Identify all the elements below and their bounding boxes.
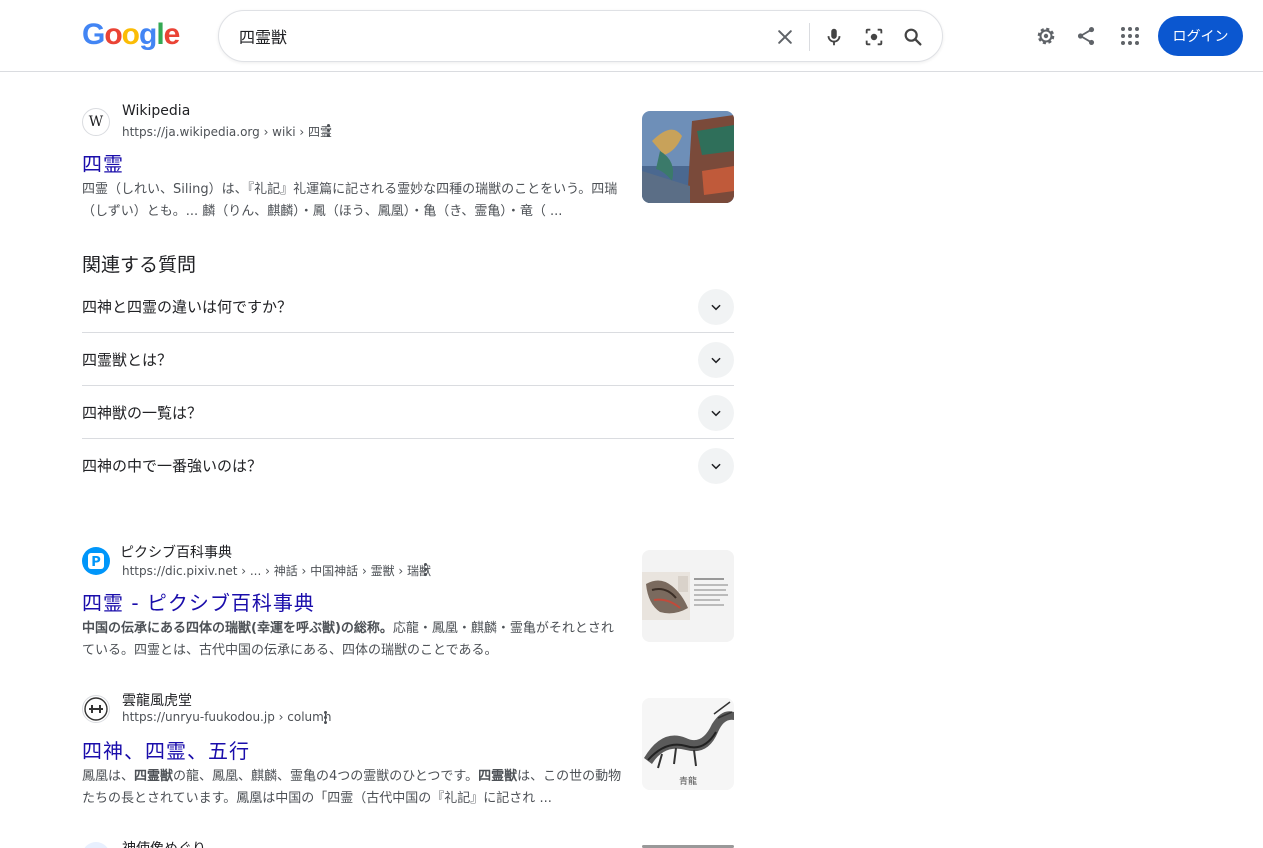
wikipedia-favicon: W	[82, 108, 110, 136]
chevron-down-icon[interactable]	[698, 395, 734, 431]
search-result: 雲龍風虎堂 https://unryu-fuukodou.jp › column…	[82, 693, 734, 810]
login-button[interactable]: ログイン	[1158, 16, 1243, 56]
search-input[interactable]	[239, 23, 759, 49]
result-snippet-bold: 四霊獣	[134, 769, 174, 784]
apps-grid-icon[interactable]	[1116, 22, 1144, 50]
camera-lens-icon[interactable]	[860, 23, 888, 51]
chevron-down-icon[interactable]	[698, 448, 734, 484]
search-divider	[809, 23, 810, 51]
google-logo[interactable]: Google	[82, 18, 180, 52]
related-question-text: 四神獣の一覧は？	[82, 404, 203, 422]
thumbnail-caption: 青龍	[678, 777, 697, 787]
search-result: W Wikipedia https://ja.wikipedia.org › w…	[82, 103, 734, 223]
related-question-text: 四神と四霊の違いは何ですか？	[82, 298, 293, 316]
result-site-name: Wikipedia	[122, 103, 191, 119]
result-site-row[interactable]: 雲龍風虎堂 https://unryu-fuukodou.jp › column	[82, 693, 734, 735]
result-url: https://unryu-fuukodou.jp › column	[122, 710, 332, 724]
clear-icon[interactable]	[771, 23, 799, 51]
related-question-text: 四神の中で一番強いのは？	[82, 457, 263, 475]
result-site-name: ピクシブ百科事典	[120, 545, 232, 561]
result-snippet: 鳳凰は、四霊獣の龍、鳳凰、麒麟、霊亀の4つの霊獣のひとつです。四霊獣は、この世の…	[82, 766, 622, 810]
related-question-item[interactable]: 四霊獣とは？	[82, 333, 734, 386]
related-questions: 関連する質問 四神と四霊の違いは何ですか？ 四霊獣とは？ 四神獣の一覧は？ 四神…	[82, 250, 734, 492]
related-question-item[interactable]: 四神の中で一番強いのは？	[82, 439, 734, 492]
result-title[interactable]: 四霊 - ピクシブ百科事典	[82, 587, 734, 616]
header: Google ログイン	[0, 0, 1263, 72]
result-snippet-bold: 四霊獣	[478, 769, 518, 784]
search-box	[218, 10, 943, 62]
chevron-down-icon[interactable]	[698, 342, 734, 378]
unryu-fuukodou-favicon	[82, 695, 110, 723]
more-options-icon[interactable]	[417, 561, 433, 577]
result-thumbnail[interactable]	[642, 550, 734, 642]
related-question-text: 四霊獣とは？	[82, 351, 173, 369]
result-site-name: 雲龍風虎堂	[122, 693, 192, 709]
related-question-item[interactable]: 四神獣の一覧は？	[82, 386, 734, 439]
site-favicon	[82, 842, 110, 848]
result-site-row[interactable]: P ピクシブ百科事典 https://dic.pixiv.net › ... ›…	[82, 545, 734, 587]
result-url: https://ja.wikipedia.org › wiki › 四霊	[122, 125, 333, 139]
related-questions-title: 関連する質問	[82, 254, 197, 276]
search-icon[interactable]	[899, 23, 927, 51]
result-site-row[interactable]: W Wikipedia https://ja.wikipedia.org › w…	[82, 103, 734, 148]
svg-text:P: P	[91, 555, 101, 570]
result-snippet-text: 鳳凰は、	[82, 769, 135, 784]
result-snippet: 四霊（しれい、Siling）は、『礼記』礼運篇に記される霊妙な四種の瑞獣のことを…	[82, 182, 618, 219]
result-title[interactable]: 四霊	[82, 148, 734, 177]
result-site-row[interactable]: 神使像めぐり	[82, 841, 734, 848]
result-title[interactable]: 四神、四霊、五行	[82, 735, 734, 764]
result-url: https://dic.pixiv.net › ... › 神話 › 中国神話 …	[122, 564, 432, 578]
related-question-item[interactable]: 四神と四霊の違いは何ですか？	[82, 280, 734, 333]
result-snippet-bold: 中国の伝承にある四体の瑞獣(幸運を呼ぶ獣)の総称。	[82, 621, 393, 636]
search-result: P ピクシブ百科事典 https://dic.pixiv.net › ... ›…	[82, 545, 734, 662]
more-options-icon[interactable]	[320, 122, 336, 138]
more-options-icon[interactable]	[317, 709, 333, 725]
microphone-icon[interactable]	[820, 23, 848, 51]
pixiv-favicon: P	[82, 547, 110, 575]
result-thumbnail[interactable]: 青龍	[642, 698, 734, 790]
chevron-down-icon[interactable]	[698, 289, 734, 325]
result-site-name: 神使像めぐり	[122, 838, 206, 848]
result-thumbnail[interactable]	[642, 111, 734, 203]
search-result: 神使像めぐり	[82, 841, 734, 848]
result-snippet-text: の龍、鳳凰、麒麟、霊亀の4つの霊獣のひとつです。	[173, 769, 479, 784]
share-icon[interactable]	[1072, 22, 1100, 50]
settings-gear-icon[interactable]	[1032, 22, 1060, 50]
result-snippet: 中国の伝承にある四体の瑞獣(幸運を呼ぶ獣)の総称。応龍・鳳凰・麒麟・霊亀がそれと…	[82, 618, 622, 662]
